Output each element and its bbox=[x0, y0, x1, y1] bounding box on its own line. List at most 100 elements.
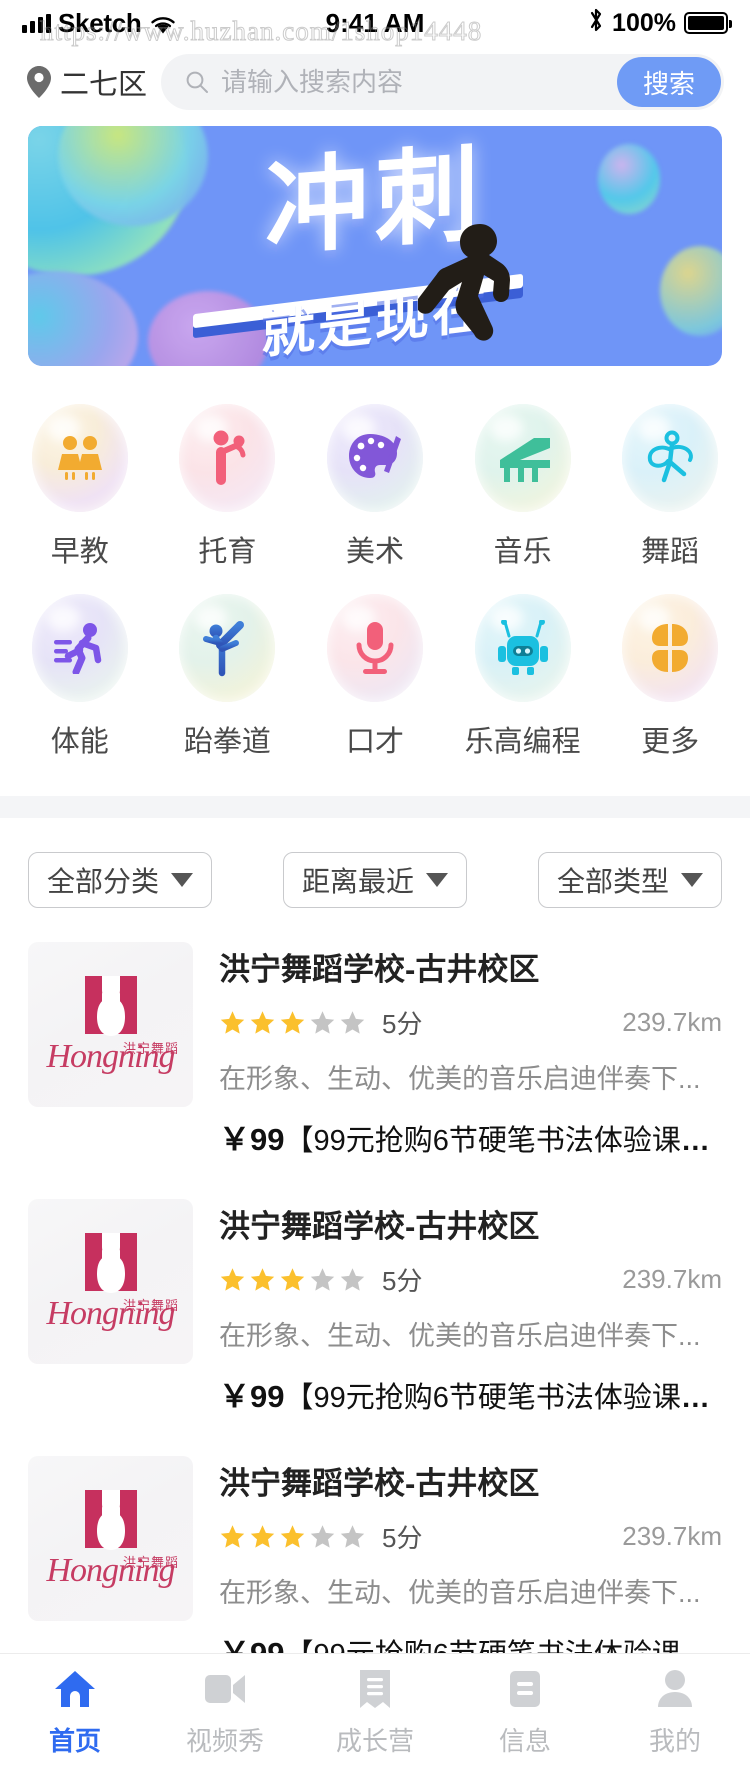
category-item-wudao[interactable]: 舞蹈 bbox=[596, 390, 744, 580]
category-label: 早教 bbox=[50, 536, 109, 568]
star-icon bbox=[220, 1011, 245, 1034]
rating-stars bbox=[219, 1523, 366, 1550]
category-grid: 早教 托育 美术 音乐 舞蹈 体能 跆拳道 口才 乐高编程 更多 bbox=[0, 366, 750, 796]
promo-banner[interactable]: 冲刺 就是现在 bbox=[28, 126, 722, 366]
list-item[interactable]: Hongning 洪宁舞蹈 洪宁舞蹈学校-古井校区 5分 239.7km 在形象… bbox=[28, 936, 722, 1193]
category-item-gengduo[interactable]: 更多 bbox=[596, 580, 744, 770]
category-label: 托育 bbox=[198, 536, 257, 568]
filter-distance-dropdown[interactable]: 距离最近 bbox=[282, 852, 467, 908]
home-icon bbox=[52, 1666, 98, 1712]
listing-logo-thumbnail: Hongning 洪宁舞蹈 bbox=[28, 1199, 193, 1364]
listing-description: 在形象、生动、优美的音乐启迪伴奏下... bbox=[219, 1064, 701, 1094]
rating-score: 5分 bbox=[382, 1523, 423, 1553]
taekwondo-icon bbox=[203, 621, 245, 677]
star-icon bbox=[280, 1525, 305, 1548]
star-icon bbox=[310, 1011, 335, 1034]
chevron-down-icon bbox=[171, 873, 194, 887]
chevron-down-icon bbox=[426, 873, 448, 887]
category-bubble bbox=[326, 404, 423, 512]
listing-title: 洪宁舞蹈学校-古井校区 bbox=[219, 1209, 540, 1244]
listing-info: 洪宁舞蹈学校-古井校区 5分 239.7km 在形象、生动、优美的音乐启迪伴奏下… bbox=[219, 1456, 722, 1673]
category-label: 跆拳道 bbox=[183, 726, 271, 758]
banner-blob bbox=[28, 271, 138, 366]
robot-icon bbox=[497, 620, 548, 675]
fitness-run-icon bbox=[53, 623, 102, 674]
category-item-legobiancheng[interactable]: 乐高编程 bbox=[449, 580, 597, 770]
category-item-koucai[interactable]: 口才 bbox=[301, 580, 449, 770]
category-bubble bbox=[31, 404, 128, 512]
category-item-zaojiao[interactable]: 早教 bbox=[6, 390, 154, 580]
star-icon bbox=[220, 1268, 245, 1291]
listing-description: 在形象、生动、优美的音乐启迪伴奏下... bbox=[219, 1321, 701, 1351]
listing-price-row: ￥99【99元抢购6节硬笔书法体验课程】 bbox=[219, 1371, 722, 1416]
tab-label: 首页 bbox=[48, 1725, 101, 1756]
category-item-taiquandao[interactable]: 跆拳道 bbox=[154, 580, 302, 770]
star-icon bbox=[310, 1525, 335, 1548]
bottom-tab-bar: 首页 视频秀 成长营 信息 我的 bbox=[0, 1653, 750, 1769]
category-bubble bbox=[622, 404, 719, 512]
app-screen: Sketch 9:41 AM 100% https://www.huzhan.c… bbox=[0, 0, 750, 1769]
star-icon bbox=[250, 1011, 275, 1034]
banner-blob bbox=[148, 291, 268, 366]
tab-growth-camp[interactable]: 成长营 bbox=[300, 1654, 450, 1769]
listing-promo: 【99元抢购6节硬笔书法体验课程】 bbox=[284, 1125, 722, 1157]
tab-home[interactable]: 首页 bbox=[0, 1654, 150, 1769]
category-label: 更多 bbox=[641, 726, 700, 758]
star-icon bbox=[280, 1011, 305, 1034]
search-button[interactable]: 搜索 bbox=[617, 57, 721, 107]
tab-label: 信息 bbox=[498, 1725, 551, 1756]
tab-label: 我的 bbox=[648, 1725, 701, 1756]
childcare-icon bbox=[213, 430, 246, 485]
category-item-tuoyu[interactable]: 托育 bbox=[154, 390, 302, 580]
listing-info: 洪宁舞蹈学校-古井校区 5分 239.7km 在形象、生动、优美的音乐启迪伴奏下… bbox=[219, 942, 722, 1159]
listing-title: 洪宁舞蹈学校-古井校区 bbox=[219, 1466, 540, 1501]
listing-logo-thumbnail: Hongning 洪宁舞蹈 bbox=[28, 942, 193, 1107]
rating-score: 5分 bbox=[382, 1266, 423, 1296]
tab-video[interactable]: 视频秀 bbox=[150, 1654, 300, 1769]
location-pin-icon bbox=[26, 65, 52, 99]
listing-meta-row: 5分 239.7km bbox=[219, 1261, 722, 1298]
tab-label: 成长营 bbox=[335, 1725, 414, 1756]
category-item-meishu[interactable]: 美术 bbox=[301, 390, 449, 580]
tab-messages[interactable]: 信息 bbox=[450, 1654, 600, 1769]
category-bubble bbox=[179, 404, 276, 512]
filter-category-dropdown[interactable]: 全部分类 bbox=[28, 852, 213, 908]
category-label: 体能 bbox=[50, 726, 109, 758]
search-field-wrapper: 搜索 bbox=[161, 54, 724, 110]
filter-type-dropdown[interactable]: 全部类型 bbox=[537, 852, 722, 908]
listing-price-row: ￥99【99元抢购6节硬笔书法体验课程】 bbox=[219, 1114, 722, 1159]
category-label: 舞蹈 bbox=[641, 536, 700, 568]
category-bubble bbox=[474, 594, 571, 702]
category-bubble bbox=[622, 594, 719, 702]
star-icon bbox=[220, 1525, 245, 1548]
listing-meta-row: 5分 239.7km bbox=[219, 1518, 722, 1555]
list-item[interactable]: Hongning 洪宁舞蹈 洪宁舞蹈学校-古井校区 5分 239.7km 在形象… bbox=[28, 1193, 722, 1450]
piano-icon bbox=[499, 438, 550, 482]
section-divider bbox=[0, 796, 750, 818]
hongning-h-logo-icon bbox=[84, 1232, 137, 1293]
star-icon bbox=[250, 1525, 275, 1548]
category-bubble bbox=[474, 404, 571, 512]
banner-blob bbox=[660, 246, 722, 336]
listing-promo: 【99元抢购6节硬笔书法体验课程】 bbox=[284, 1382, 722, 1414]
search-icon bbox=[185, 70, 209, 94]
hongning-h-logo-icon bbox=[84, 1489, 137, 1550]
star-icon bbox=[280, 1268, 305, 1291]
star-icon bbox=[340, 1268, 365, 1291]
listing-distance: 239.7km bbox=[622, 1007, 722, 1037]
more-flower-icon bbox=[652, 624, 689, 672]
rating-stars bbox=[219, 1266, 366, 1293]
filter-label: 全部分类 bbox=[47, 866, 160, 897]
category-item-yinyue[interactable]: 音乐 bbox=[449, 390, 597, 580]
person-icon bbox=[652, 1666, 698, 1712]
location-selector[interactable]: 二七区 bbox=[26, 61, 147, 103]
search-bar: 二七区 搜索 bbox=[0, 46, 750, 118]
category-item-tineng[interactable]: 体能 bbox=[6, 580, 154, 770]
listing-info: 洪宁舞蹈学校-古井校区 5分 239.7km 在形象、生动、优美的音乐启迪伴奏下… bbox=[219, 1199, 722, 1416]
tab-profile[interactable]: 我的 bbox=[600, 1654, 750, 1769]
art-palette-icon bbox=[348, 434, 401, 478]
listing-description: 在形象、生动、优美的音乐启迪伴奏下... bbox=[219, 1578, 701, 1608]
clock-label: 9:41 AM bbox=[325, 7, 425, 38]
category-bubble bbox=[31, 594, 128, 702]
location-label: 二七区 bbox=[60, 69, 148, 101]
